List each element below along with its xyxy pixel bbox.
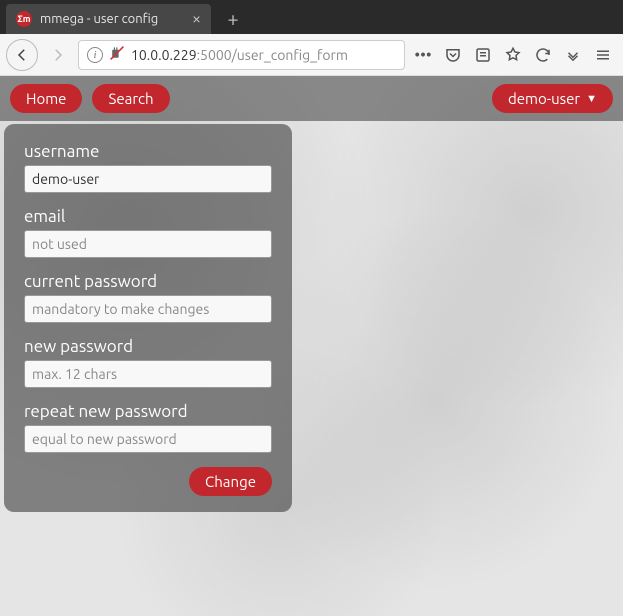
change-button[interactable]: Change: [189, 467, 272, 496]
new-tab-button[interactable]: +: [219, 4, 247, 32]
new-password-label: new password: [24, 337, 272, 356]
email-input[interactable]: [24, 230, 272, 258]
bookmark-star-icon[interactable]: [503, 45, 523, 65]
user-config-form: username email current password new pass…: [4, 124, 292, 512]
username-input[interactable]: [24, 165, 272, 193]
new-password-input[interactable]: [24, 360, 272, 388]
username-label: username: [24, 142, 272, 161]
current-password-label: current password: [24, 272, 272, 291]
current-password-input[interactable]: [24, 295, 272, 323]
home-button[interactable]: Home: [10, 84, 82, 113]
repeat-password-input[interactable]: [24, 425, 272, 453]
menu-icon[interactable]: [593, 45, 613, 65]
browser-tab-bar: Σm mmega - user config × +: [0, 0, 623, 34]
tab-title: mmega - user config: [40, 12, 158, 26]
repeat-password-label: repeat new password: [24, 402, 272, 421]
page-content: Home Search demo-user ▼ username email c…: [0, 76, 623, 616]
pocket-icon[interactable]: [443, 45, 463, 65]
plugin-blocked-icon[interactable]: [109, 45, 125, 64]
info-icon[interactable]: i: [87, 47, 103, 63]
overflow-icon[interactable]: [563, 45, 583, 65]
reader-icon[interactable]: [473, 45, 493, 65]
back-button[interactable]: [6, 39, 38, 71]
forward-button[interactable]: [42, 39, 74, 71]
user-dropdown[interactable]: demo-user ▼: [492, 84, 613, 113]
search-button[interactable]: Search: [92, 84, 169, 113]
address-bar[interactable]: i 10.0.0.229:5000/user_config_form: [78, 40, 405, 70]
email-label: email: [24, 207, 272, 226]
more-icon[interactable]: •••: [413, 45, 433, 65]
chevron-down-icon: ▼: [586, 93, 597, 105]
user-dropdown-label: demo-user: [508, 90, 580, 107]
favicon: Σm: [16, 11, 32, 27]
toolbar-actions: •••: [409, 45, 617, 65]
browser-toolbar: i 10.0.0.229:5000/user_config_form •••: [0, 34, 623, 76]
url-text: 10.0.0.229:5000/user_config_form: [131, 47, 348, 63]
browser-tab[interactable]: Σm mmega - user config ×: [6, 4, 211, 34]
reload-icon[interactable]: [533, 45, 553, 65]
close-tab-icon[interactable]: ×: [192, 11, 201, 27]
top-nav: Home Search demo-user ▼: [0, 76, 623, 121]
